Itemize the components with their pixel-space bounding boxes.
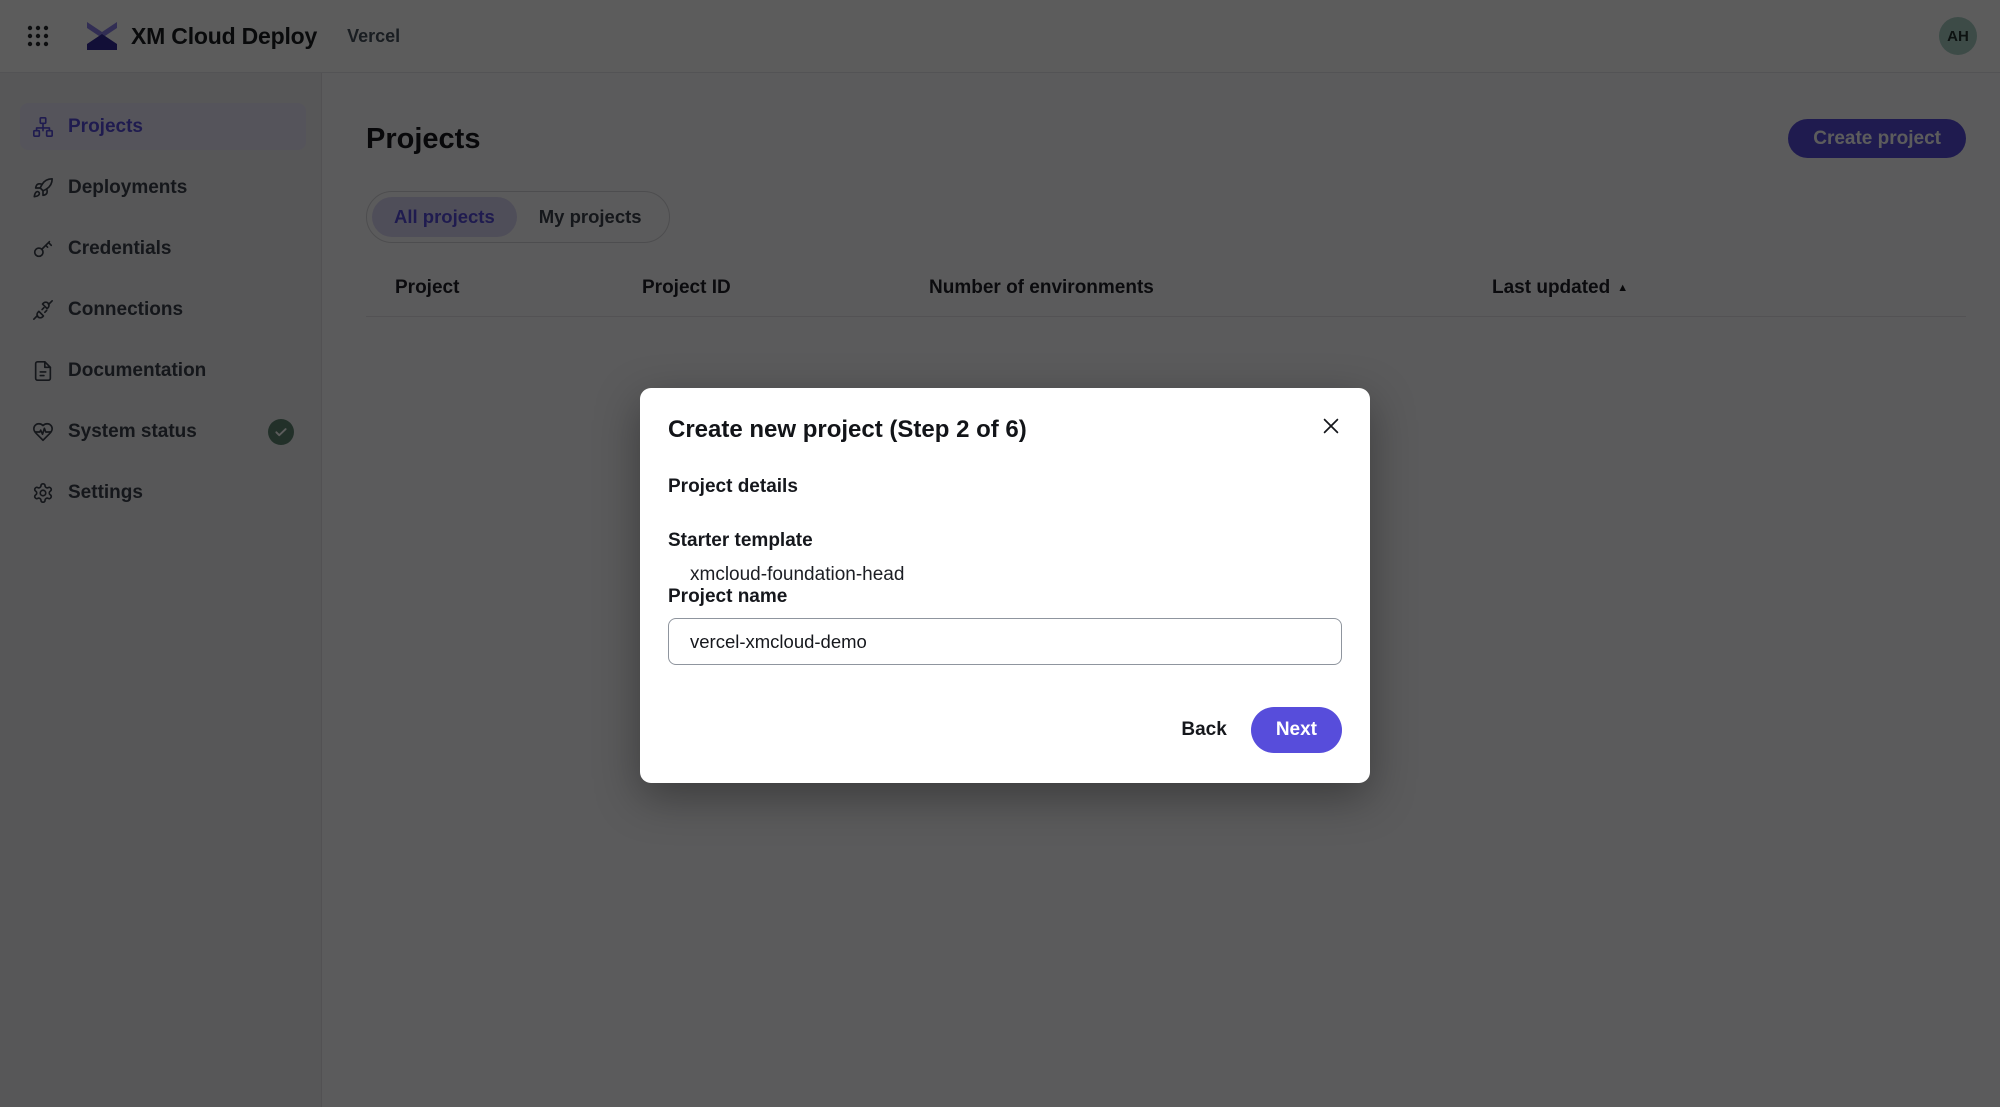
back-button[interactable]: Back: [1163, 709, 1244, 751]
modal-close-button[interactable]: [1316, 411, 1346, 441]
create-project-modal: Create new project (Step 2 of 6) Project…: [640, 388, 1370, 783]
starter-template-label: Starter template: [668, 530, 1342, 552]
next-button[interactable]: Next: [1251, 707, 1342, 753]
project-name-input[interactable]: [668, 618, 1342, 665]
project-name-label: Project name: [668, 586, 787, 607]
modal-section-title: Project details: [668, 476, 1342, 498]
modal-title: Create new project (Step 2 of 6): [668, 413, 1027, 446]
starter-template-value: xmcloud-foundation-head: [668, 564, 1342, 586]
close-icon: [1320, 415, 1342, 437]
